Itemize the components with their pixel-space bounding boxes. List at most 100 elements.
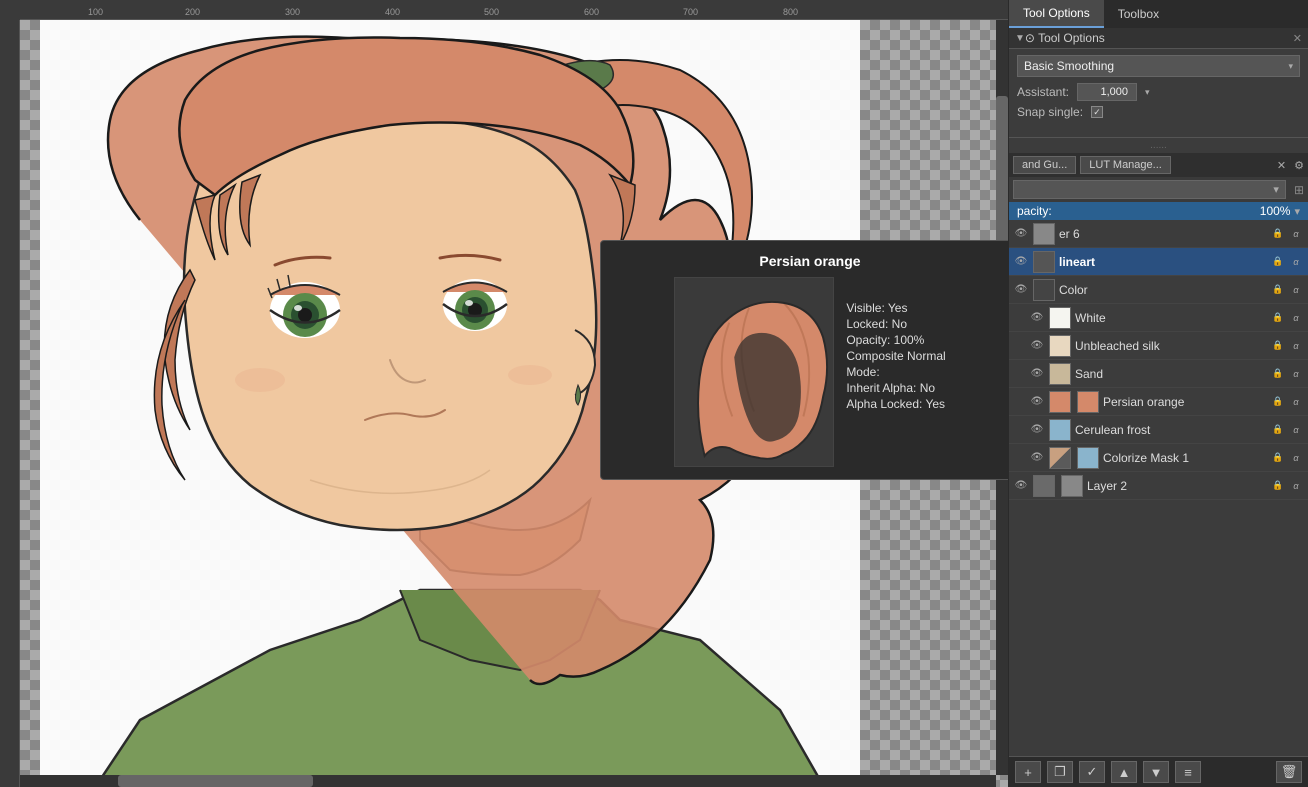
alpha-btn-er6[interactable]: α	[1288, 226, 1304, 242]
ruler-left	[0, 20, 20, 787]
layer-item-lineart[interactable]: 👁 lineart 🔒 α	[1009, 248, 1308, 276]
canvas-area: 100 200 300 400 500 600 700 800	[0, 0, 1008, 787]
ruler-top: 100 200 300 400 500 600 700 800	[0, 0, 1008, 20]
filter-funnel-icon[interactable]: ⊞	[1294, 183, 1304, 197]
layer-actions-white: 🔒 α	[1270, 310, 1304, 326]
canvas-container: Persian orange	[0, 20, 1008, 787]
tool-options-header[interactable]: ▼ ⊙ Tool Options ✕	[1009, 28, 1308, 49]
layer-name-lineart: lineart	[1059, 255, 1266, 269]
layer-item-sand[interactable]: 👁 Sand 🔒 α	[1009, 360, 1308, 388]
opacity-stepper[interactable]: ▾	[1294, 205, 1300, 218]
smoothing-dropdown[interactable]: Basic Smoothing ▾	[1017, 55, 1300, 77]
layer-actions-er6: 🔒 α	[1270, 226, 1304, 242]
tab-tool-options[interactable]: Tool Options	[1009, 0, 1104, 28]
assistant-stepper[interactable]: ▾	[1145, 87, 1150, 98]
layer-item-persian-orange[interactable]: 👁 Persian orange 🔒 α	[1009, 388, 1308, 416]
snap-single-check: ✓	[1093, 107, 1101, 118]
thumbnail-sand	[1049, 363, 1071, 385]
tooltip-locked: Locked: No	[846, 317, 945, 331]
lock-btn-persian[interactable]: 🔒	[1270, 394, 1286, 410]
visibility-btn-layer2[interactable]: 👁	[1013, 478, 1029, 494]
alpha-btn-unbleached[interactable]: α	[1288, 338, 1304, 354]
thumbnail-white	[1049, 307, 1071, 329]
layer-name-sand: Sand	[1075, 367, 1266, 381]
alpha-btn-white[interactable]: α	[1288, 310, 1304, 326]
alpha-btn-mask[interactable]: α	[1288, 450, 1304, 466]
assistant-value[interactable]: 1,000	[1077, 83, 1137, 101]
visibility-btn-mask[interactable]: 👁	[1029, 450, 1045, 466]
alpha-btn-persian[interactable]: α	[1288, 394, 1304, 410]
lock-btn-cerulean[interactable]: 🔒	[1270, 422, 1286, 438]
lock-btn-white[interactable]: 🔒	[1270, 310, 1286, 326]
alpha-btn-sand[interactable]: α	[1288, 366, 1304, 382]
smoothing-dropdown-arrow: ▾	[1288, 61, 1293, 72]
btn-lut-manage[interactable]: LUT Manage...	[1080, 156, 1171, 174]
layer-item-colorize-mask[interactable]: 👁 Colorize Mask 1 🔒 α	[1009, 444, 1308, 472]
move-up-btn[interactable]: ▲	[1111, 761, 1137, 783]
visibility-btn-color[interactable]: 👁	[1013, 282, 1029, 298]
tooltip-opacity: Opacity: 100%	[846, 333, 945, 347]
btn-and-guides[interactable]: and Gu...	[1013, 156, 1076, 174]
layer-item-cerulean[interactable]: 👁 Cerulean frost 🔒 α	[1009, 416, 1308, 444]
lock-btn-er6[interactable]: 🔒	[1270, 226, 1286, 242]
canvas-scrollbar-h[interactable]	[20, 775, 996, 787]
snap-single-checkbox[interactable]: ✓	[1091, 106, 1103, 118]
layer-name-mask: Colorize Mask 1	[1103, 451, 1266, 465]
layer-actions-lineart: 🔒 α	[1270, 254, 1304, 270]
scroll-thumb-h[interactable]	[118, 775, 313, 787]
lock-btn-color[interactable]: 🔒	[1270, 282, 1286, 298]
lock-btn-sand[interactable]: 🔒	[1270, 366, 1286, 382]
visibility-btn-cerulean[interactable]: 👁	[1029, 422, 1045, 438]
right-panel: Tool Options Toolbox ▼ ⊙ Tool Options ✕ …	[1008, 0, 1308, 787]
layers-filter-dropdown[interactable]: ▾	[1013, 180, 1286, 199]
ruler-mark-300: 300	[285, 7, 300, 17]
thumbnail-layer2-1	[1033, 475, 1055, 497]
lock-btn-mask[interactable]: 🔒	[1270, 450, 1286, 466]
delete-layer-btn[interactable]: 🗑	[1276, 761, 1302, 783]
alpha-btn-color[interactable]: α	[1288, 282, 1304, 298]
visibility-btn-unbleached[interactable]: 👁	[1029, 338, 1045, 354]
tooltip-thumbnail	[674, 277, 834, 467]
layer-name-layer2: Layer 2	[1087, 479, 1266, 493]
visibility-btn-er6[interactable]: 👁	[1013, 226, 1029, 242]
copy-layer-btn[interactable]: ❐	[1047, 761, 1073, 783]
layer-item-layer2[interactable]: 👁 Layer 2 🔒 α	[1009, 472, 1308, 500]
canvas-viewport[interactable]: Persian orange	[20, 20, 1008, 787]
tooltip-composite: Composite Normal	[846, 349, 945, 363]
alpha-btn-lineart[interactable]: α	[1288, 254, 1304, 270]
layer-options-btn[interactable]: ≡	[1175, 761, 1201, 783]
ruler-mark-400: 400	[385, 7, 400, 17]
layer-item-color[interactable]: 👁 Color 🔒 α	[1009, 276, 1308, 304]
lock-btn-unbleached[interactable]: 🔒	[1270, 338, 1286, 354]
layers-panel-settings[interactable]: ⚙	[1294, 159, 1304, 172]
tab-toolbox[interactable]: Toolbox	[1104, 0, 1173, 28]
ruler-mark-200: 200	[185, 7, 200, 17]
layer-list: 👁 er 6 🔒 α 👁 lineart 🔒 α	[1009, 220, 1308, 756]
visibility-btn-sand[interactable]: 👁	[1029, 366, 1045, 382]
layer-item-er6[interactable]: 👁 er 6 🔒 α	[1009, 220, 1308, 248]
lock-btn-lineart[interactable]: 🔒	[1270, 254, 1286, 270]
thumbnail-mask	[1049, 447, 1071, 469]
visibility-btn-persian[interactable]: 👁	[1029, 394, 1045, 410]
tooltip-title: Persian orange	[613, 253, 1007, 269]
layer-actions-layer2: 🔒 α	[1270, 478, 1304, 494]
alpha-btn-layer2[interactable]: α	[1288, 478, 1304, 494]
check-layer-btn[interactable]: ✓	[1079, 761, 1105, 783]
visibility-btn-white[interactable]: 👁	[1029, 310, 1045, 326]
visibility-btn-lineart[interactable]: 👁	[1013, 254, 1029, 270]
lock-btn-layer2[interactable]: 🔒	[1270, 478, 1286, 494]
filter-icon: ▾	[1273, 183, 1279, 196]
layer-item-white[interactable]: 👁 White 🔒 α	[1009, 304, 1308, 332]
tool-options-section: ▼ ⊙ Tool Options ✕ Basic Smoothing ▾ Ass…	[1009, 28, 1308, 138]
section-dots: ......	[1009, 138, 1308, 153]
layer-item-unbleached-silk[interactable]: 👁 Unbleached silk 🔒 α	[1009, 332, 1308, 360]
layer-actions-sand: 🔒 α	[1270, 366, 1304, 382]
opacity-row: pacity: 100% ▾	[1009, 202, 1308, 220]
thumbnail-cerulean	[1049, 419, 1071, 441]
alpha-btn-cerulean[interactable]: α	[1288, 422, 1304, 438]
add-layer-btn[interactable]: +	[1015, 761, 1041, 783]
move-down-btn[interactable]: ▼	[1143, 761, 1169, 783]
layers-panel-close[interactable]: ✕	[1277, 159, 1286, 172]
opacity-value: 100%	[1260, 204, 1291, 218]
tool-options-label: ⊙ Tool Options	[1025, 31, 1293, 45]
